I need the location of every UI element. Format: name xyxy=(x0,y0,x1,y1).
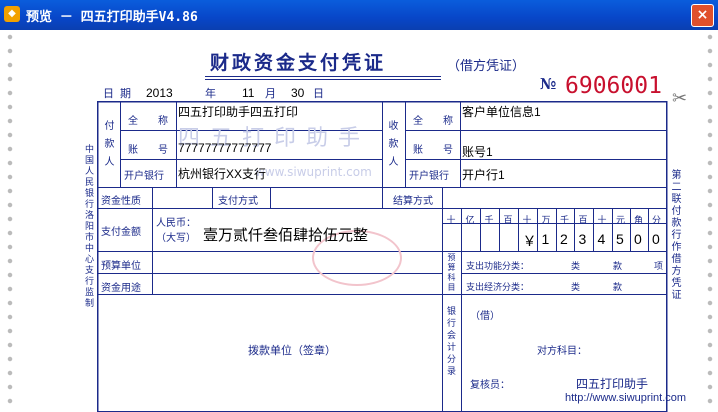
daxie-label: （大写） xyxy=(156,233,196,244)
settlement-method-label: 结算方式 xyxy=(393,196,433,207)
digit-unit: 十 xyxy=(446,216,456,226)
digit-unit: 亿 xyxy=(465,216,475,226)
amount-label: 支付金额 xyxy=(101,227,141,238)
digit-unit: 千 xyxy=(484,216,494,226)
func-class-lei: 类 xyxy=(571,262,581,272)
window-titlebar: ◆ 预览 － 四五打印助手V4.86 × xyxy=(0,0,718,30)
digit-unit: 百 xyxy=(578,216,588,226)
func-class-xiang: 项 xyxy=(654,262,664,272)
payer-name-label: 全 称 xyxy=(128,116,168,127)
func-class-kuan: 款 xyxy=(613,262,623,272)
form-grid xyxy=(96,100,668,412)
payer-name: 四五打印助手四五打印 xyxy=(178,105,299,119)
amount-digit: 2 xyxy=(560,231,568,247)
amount-digit: 5 xyxy=(616,231,624,247)
digit-unit: 十 xyxy=(522,216,532,226)
bottom-brand: 四五打印助手 xyxy=(576,377,649,391)
payer-section-label: 付款人 xyxy=(104,121,115,168)
payee-name-label: 全 称 xyxy=(413,116,453,127)
window-title: 预览 － 四五打印助手V4.86 xyxy=(26,10,198,25)
payer-bank-label: 开户银行 xyxy=(124,171,164,182)
amount-digit: 1 xyxy=(541,231,550,247)
amount-digit: 3 xyxy=(578,231,587,247)
payee-bank-label: 开户银行 xyxy=(409,171,449,182)
rmb-label: 人民币： xyxy=(156,218,196,229)
amount-digit: 4 xyxy=(597,231,606,247)
app-icon: ◆ xyxy=(4,6,20,22)
digit-unit: 角 xyxy=(634,216,644,226)
econ-class-lei: 类 xyxy=(571,283,581,293)
payer-bank: 杭州银行XX支行 xyxy=(178,167,267,181)
watermark-url: www.siwuprint.com xyxy=(255,165,372,179)
func-class-label: 支出功能分类： xyxy=(466,262,530,272)
voucher-preview: 财政资金支付凭证 （借方凭证） № 6906001 日期 2013 年 11 月… xyxy=(0,30,718,412)
digit-unit: 十 xyxy=(597,216,607,226)
digit-unit: 万 xyxy=(541,216,551,226)
payee-account: 账号1 xyxy=(462,145,493,159)
payee-name: 客户单位信息1 xyxy=(462,105,541,119)
payment-method-label: 支付方式 xyxy=(218,196,258,207)
econ-class-kuan: 款 xyxy=(613,283,623,293)
amount-digit: ￥ xyxy=(522,233,537,249)
close-button[interactable]: × xyxy=(691,4,714,27)
payer-account-label: 账 号 xyxy=(128,145,168,156)
econ-class-label: 支出经济分类： xyxy=(466,283,530,293)
payee-bank: 开户行1 xyxy=(462,168,505,182)
digit-unit: 分 xyxy=(652,216,662,226)
amount-in-words: 壹万贰仟叁佰肆拾伍元整 xyxy=(203,226,369,244)
debit-label: （借） xyxy=(470,311,500,322)
payer-account: 77777777777777 xyxy=(178,141,272,155)
credit-account-label: 对方科目： xyxy=(537,346,587,357)
payee-section-label: 收款人 xyxy=(388,121,399,168)
reviewer-label: 复核员： xyxy=(470,380,510,391)
payee-account-label: 账 号 xyxy=(413,145,453,156)
budget-subject-label: 预算科目 xyxy=(447,253,456,292)
budget-unit-label: 预算单位 xyxy=(101,261,141,272)
amount-digit: 0 xyxy=(652,231,660,247)
fund-nature-label: 资金性质 xyxy=(101,196,141,207)
bottom-url: http://www.siwuprint.com xyxy=(565,392,687,404)
bank-entry-label: 银行会计分录 xyxy=(446,307,456,377)
digit-unit: 元 xyxy=(616,216,626,226)
fund-use-label: 资金用途 xyxy=(101,283,141,294)
payer-seal-label: 拨款单位（签章） xyxy=(248,344,336,357)
digit-unit: 千 xyxy=(560,216,570,226)
digit-unit: 百 xyxy=(503,216,513,226)
amount-digit: 0 xyxy=(634,231,642,247)
